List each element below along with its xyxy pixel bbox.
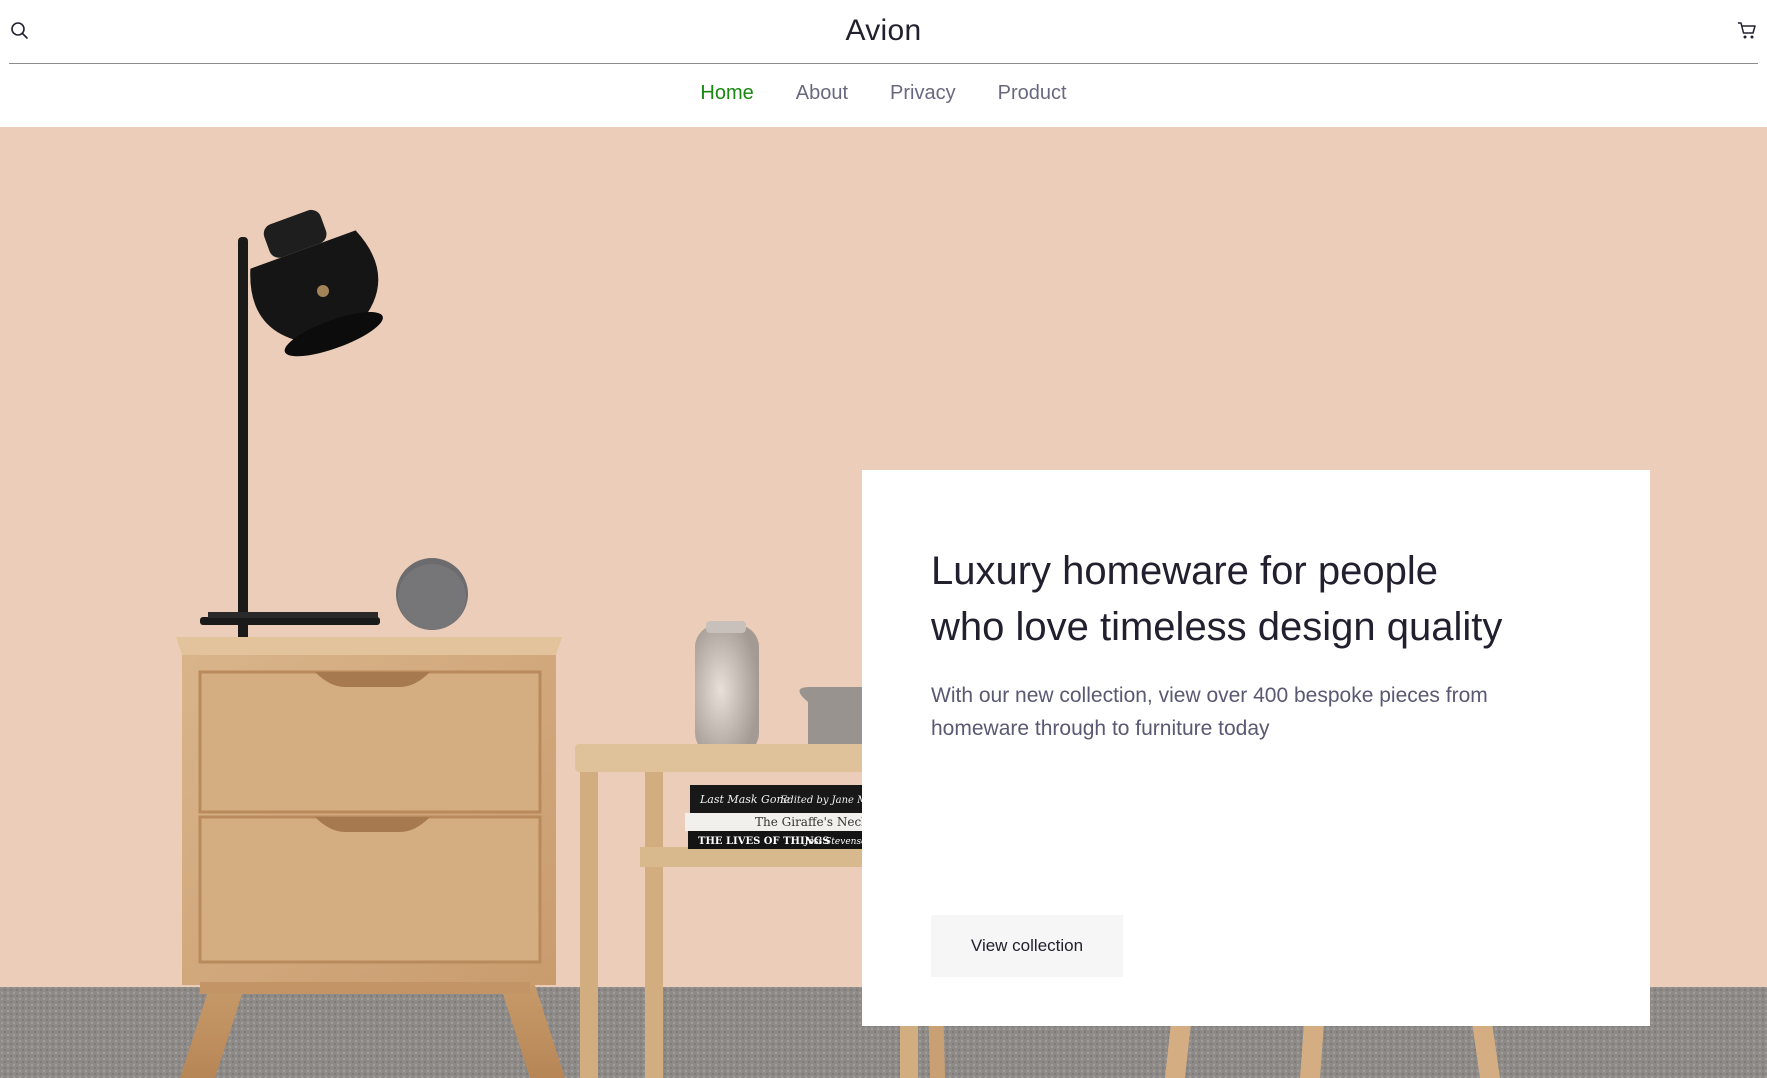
nav-item-product[interactable]: Product: [998, 82, 1067, 105]
book-title-1: Last Mask Gone: [699, 793, 791, 806]
top-bar: Avion: [9, 0, 1758, 64]
view-collection-button[interactable]: View collection: [931, 915, 1123, 977]
cart-icon[interactable]: [1736, 19, 1758, 41]
main-nav: Home About Privacy Product: [0, 82, 1767, 105]
brand-logo[interactable]: Avion: [9, 14, 1758, 48]
hero-title-line-2: who love timeless design quality: [931, 605, 1503, 649]
hero-title: Luxury homeware for people who love time…: [931, 543, 1571, 655]
hero-card: Luxury homeware for people who love time…: [862, 470, 1650, 1026]
site-header: Avion Home About Privacy Product: [0, 0, 1767, 127]
nav-item-about[interactable]: About: [796, 82, 848, 105]
hero-description: With our new collection, view over 400 b…: [931, 684, 1488, 740]
nav-item-privacy[interactable]: Privacy: [890, 82, 956, 105]
book-title-3: The Giraffe's Neck: [755, 815, 869, 829]
hero-section: Last Mask Gone Edited by Jane Morgan The…: [0, 127, 1767, 1078]
nav-item-home[interactable]: Home: [700, 82, 753, 105]
hero-title-line-1: Luxury homeware for people: [931, 549, 1438, 593]
